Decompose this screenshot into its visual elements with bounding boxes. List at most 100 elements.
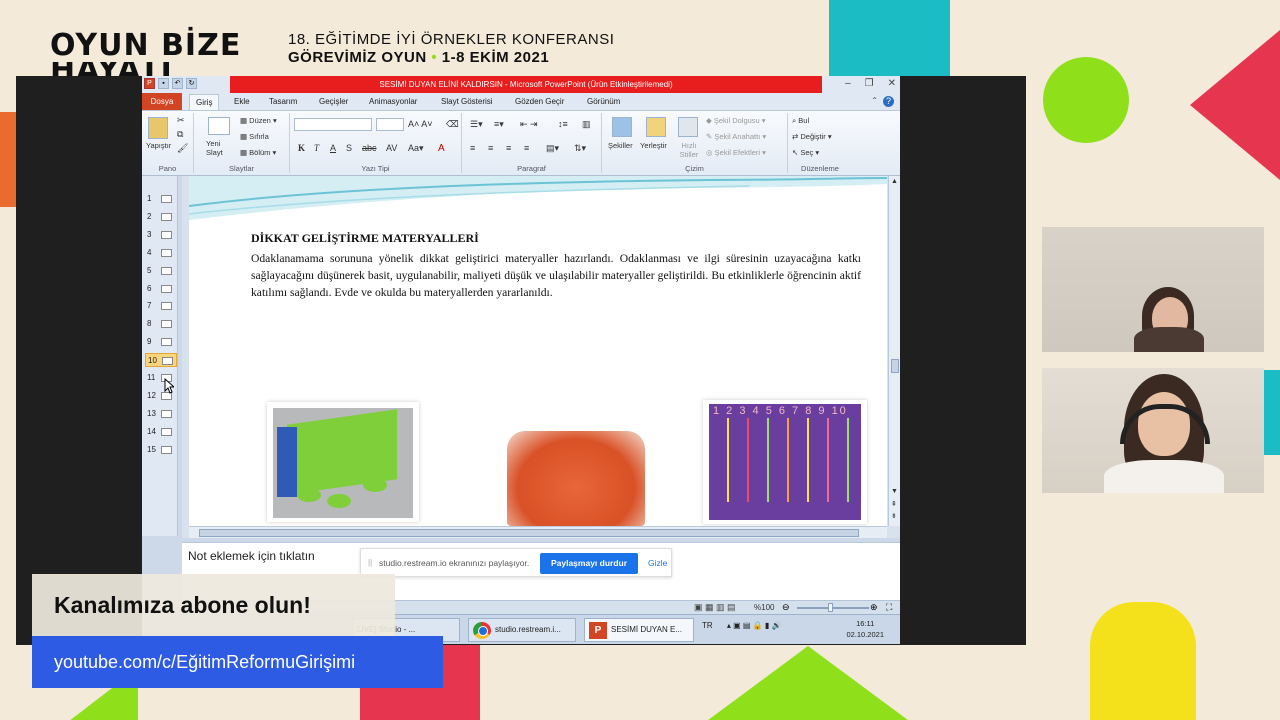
- zoom-in-icon[interactable]: ⊕: [870, 602, 878, 613]
- tab-ekle[interactable]: Ekle: [234, 97, 250, 106]
- copy-icon[interactable]: ⧉: [177, 129, 183, 140]
- bullet-list-icon[interactable]: ☰▾: [470, 119, 483, 130]
- tray-icons[interactable]: ▴ ▣ ▤ 🔒 ▮ 🔊: [727, 621, 782, 630]
- slide-thumbnail[interactable]: 10: [145, 353, 177, 368]
- format-painter-icon[interactable]: 🖌: [177, 143, 188, 154]
- tab-gorunum[interactable]: Görünüm: [587, 97, 620, 106]
- slide-thumbnail[interactable]: 9: [145, 335, 177, 349]
- font-name-field[interactable]: [294, 118, 372, 131]
- new-slide-label[interactable]: Yeni Slayt: [206, 139, 236, 157]
- horizontal-scroll-thumb[interactable]: [199, 529, 859, 537]
- scroll-down-icon[interactable]: ▼: [891, 488, 898, 495]
- line-spacing-icon[interactable]: ↕≡: [558, 119, 568, 129]
- arrange-icon[interactable]: [646, 117, 666, 137]
- collapse-ribbon-icon[interactable]: ⌃: [871, 96, 878, 105]
- slide-thumbnail[interactable]: 4: [145, 246, 177, 260]
- shape-outline-button[interactable]: ✎ Şekil Anahattı ▾: [706, 132, 766, 141]
- shapes-label[interactable]: Şekiller: [608, 141, 633, 150]
- text-direction-icon[interactable]: ⇅▾: [574, 143, 586, 154]
- tab-tasarim[interactable]: Tasarım: [269, 97, 297, 106]
- find-button[interactable]: ⌕ Bul: [792, 116, 809, 126]
- horizontal-scrollbar[interactable]: [189, 526, 887, 538]
- drag-handle-icon[interactable]: ||: [368, 558, 372, 567]
- clear-format-icon[interactable]: ⌫: [446, 119, 459, 130]
- vertical-scrollbar[interactable]: ▲ ▼ ⇞ ⇟: [888, 176, 900, 526]
- tab-gecisler[interactable]: Geçişler: [319, 97, 348, 106]
- zoom-out-icon[interactable]: ⊖: [782, 602, 790, 613]
- reset-button[interactable]: ▦ Sıfırla: [240, 132, 269, 141]
- stop-sharing-button[interactable]: Paylaşmayı durdur: [540, 553, 638, 574]
- slide-thumbnail[interactable]: 6: [145, 282, 177, 296]
- slide-thumbnail[interactable]: 15: [145, 443, 177, 457]
- shape-fill-button[interactable]: ◆ Şekil Dolgusu ▾: [706, 116, 766, 125]
- strikethrough-icon[interactable]: abc: [362, 143, 377, 153]
- taskbar-clock[interactable]: 16:11 02.10.2021: [846, 618, 884, 640]
- char-spacing-icon[interactable]: AV: [386, 143, 397, 153]
- select-button[interactable]: ↖ Seç ▾: [792, 148, 819, 157]
- paste-icon[interactable]: [148, 117, 168, 139]
- tab-dosya[interactable]: Dosya: [142, 93, 182, 110]
- fit-to-window-icon[interactable]: ⛶: [886, 602, 892, 613]
- youtube-url[interactable]: youtube.com/c/EğitimReformuGirişimi: [54, 652, 355, 673]
- bold-icon[interactable]: K: [298, 143, 305, 153]
- columns-icon[interactable]: ▥: [582, 119, 591, 130]
- tab-giris[interactable]: Giriş: [189, 94, 220, 111]
- shadow-icon[interactable]: S: [346, 143, 352, 153]
- undo-icon[interactable]: ↶: [172, 78, 183, 89]
- arrange-label[interactable]: Yerleştir: [640, 141, 667, 150]
- slide-thumbnail[interactable]: 7: [145, 299, 177, 313]
- youtube-url-banner[interactable]: youtube.com/c/EğitimReformuGirişimi: [32, 636, 443, 688]
- font-size-field[interactable]: [376, 118, 404, 131]
- paste-label[interactable]: Yapıştır: [146, 141, 171, 150]
- tab-slayt-gosterisi[interactable]: Slayt Gösterisi: [441, 97, 493, 106]
- powerpoint-app-icon[interactable]: P: [144, 78, 155, 89]
- slide-thumbnail[interactable]: 14: [145, 425, 177, 439]
- slide-thumbnail[interactable]: 2: [145, 210, 177, 224]
- minimize-icon[interactable]: –: [845, 78, 851, 89]
- slide-thumbnail[interactable]: 3: [145, 228, 177, 242]
- font-color-icon[interactable]: A: [438, 143, 445, 154]
- save-icon[interactable]: ▪: [158, 78, 169, 89]
- slide-thumbnail[interactable]: 1: [145, 192, 177, 206]
- italic-icon[interactable]: T: [314, 143, 319, 153]
- section-button[interactable]: ▦ Bölüm ▾: [240, 148, 276, 157]
- font-size-grow-shrink-icons[interactable]: A˄ A˅: [408, 119, 433, 129]
- slide-thumbnail[interactable]: 8: [145, 317, 177, 331]
- replace-button[interactable]: ⇄ Değiştir ▾: [792, 132, 832, 141]
- shapes-icon[interactable]: [612, 117, 632, 137]
- zoom-slider-track[interactable]: [797, 607, 869, 609]
- numbered-list-icon[interactable]: ≡▾: [494, 119, 504, 130]
- change-case-icon[interactable]: Aa▾: [408, 143, 424, 154]
- language-indicator[interactable]: TR: [702, 621, 713, 630]
- vertical-scroll-thumb[interactable]: [891, 359, 899, 373]
- notes-placeholder[interactable]: Not eklemek için tıklatın: [188, 549, 315, 563]
- close-icon[interactable]: ✕: [888, 78, 896, 89]
- quick-styles-label[interactable]: Hızlı Stiller: [674, 141, 704, 159]
- align-left-icon[interactable]: ≡: [470, 143, 475, 153]
- shape-effects-button[interactable]: ◎ Şekil Efektleri ▾: [706, 148, 766, 157]
- slide-thumbnail[interactable]: 5: [145, 264, 177, 278]
- taskbar-item-powerpoint[interactable]: P SESİMİ DUYAN E...: [584, 618, 694, 642]
- align-center-icon[interactable]: ≡: [488, 143, 493, 153]
- cut-icon[interactable]: ✂: [177, 115, 185, 126]
- hide-link[interactable]: Gizle: [648, 558, 667, 568]
- taskbar-item-chrome[interactable]: studio.restream.i...: [468, 618, 576, 642]
- help-icon[interactable]: ?: [883, 96, 894, 107]
- scroll-up-icon[interactable]: ▲: [891, 178, 898, 185]
- columns-layout-icon[interactable]: ▤▾: [546, 143, 559, 154]
- slide-canvas[interactable]: DİKKAT GELİŞTİRME MATERYALLERİ Odaklanam…: [189, 176, 887, 526]
- zoom-slider-thumb[interactable]: [828, 603, 833, 612]
- zoom-level[interactable]: %100: [754, 603, 774, 612]
- indent-icons[interactable]: ⇤ ⇥: [520, 119, 538, 130]
- justify-icon[interactable]: ≡: [524, 143, 529, 153]
- previous-slide-icon[interactable]: ⇞: [891, 500, 897, 508]
- quick-styles-icon[interactable]: [678, 117, 698, 137]
- maximize-icon[interactable]: ❐: [865, 78, 874, 89]
- new-slide-icon[interactable]: [208, 117, 230, 135]
- slide-thumbnail[interactable]: 13: [145, 407, 177, 421]
- layout-button[interactable]: ▦ Düzen ▾: [240, 116, 277, 125]
- view-buttons-icons[interactable]: ▣ ▦ ▥ ▤: [694, 602, 736, 613]
- tab-animasyonlar[interactable]: Animasyonlar: [369, 97, 417, 106]
- align-right-icon[interactable]: ≡: [506, 143, 511, 153]
- redo-icon[interactable]: ↻: [186, 78, 197, 89]
